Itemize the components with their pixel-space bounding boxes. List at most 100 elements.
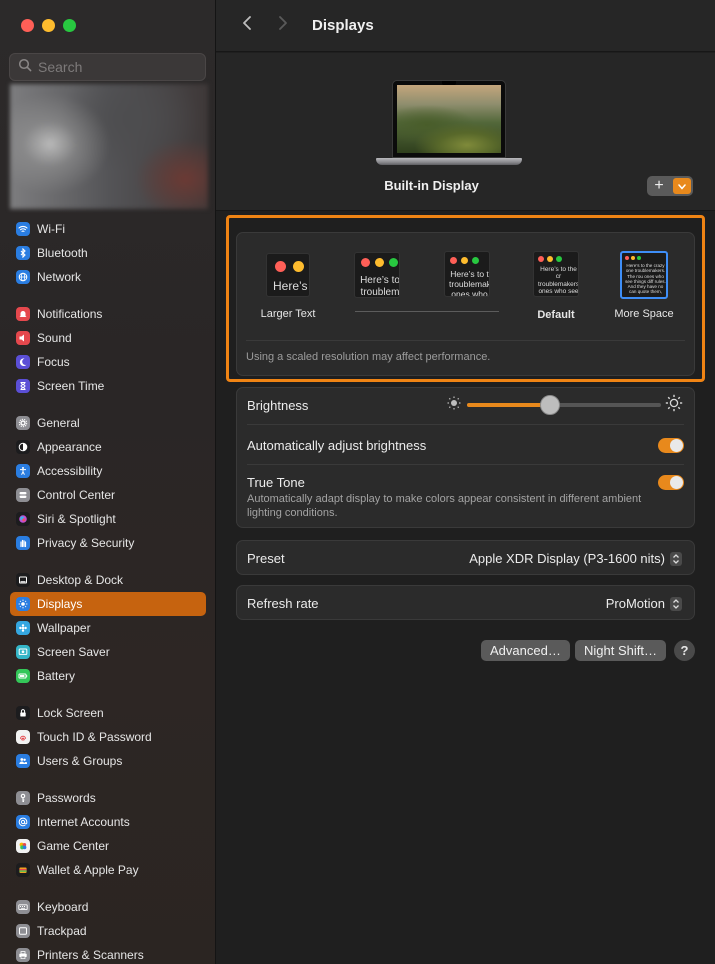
brightness-label: Brightness [247,398,309,413]
sidebar-item-privacy-and-security[interactable]: Privacy & Security [10,531,206,555]
sidebar-item-focus[interactable]: Focus [10,350,206,374]
chevron-down-icon [678,177,686,195]
auto-brightness-toggle[interactable] [658,438,684,453]
siri-icon [16,512,30,526]
sidebar-item-keyboard[interactable]: Keyboard [10,895,206,919]
hand-icon [16,536,30,550]
forward-button[interactable] [272,15,294,37]
search-input[interactable] [38,59,188,75]
brightness-low-icon [446,395,462,416]
sidebar-item-appearance[interactable]: Appearance [10,435,206,459]
sidebar-item-notifications[interactable]: Notifications [10,302,206,326]
screen-saver-icon [16,645,30,659]
sidebar: Wi-Fi Bluetooth Network Notifications Sound F… [0,0,216,964]
refresh-rate-popup[interactable]: ProMotion [606,596,682,611]
fingerprint-icon [16,730,30,744]
printer-icon [16,948,30,962]
sidebar-item-label: Control Center [37,488,116,502]
sidebar-item-accessibility[interactable]: Accessibility [10,459,206,483]
sidebar-item-label: Touch ID & Password [37,730,152,744]
sidebar-section-gap [10,688,206,701]
advanced-button[interactable]: Advanced… [481,640,570,661]
sidebar-section-gap [10,773,206,786]
trackpad-icon [16,924,30,938]
brightness-slider[interactable] [467,395,661,415]
minimize-window-button[interactable] [42,19,55,32]
keyboard-icon [16,900,30,914]
sidebar-item-label: Wi-Fi [37,222,65,236]
brightness-slider-knob[interactable] [540,395,561,415]
main-pane: Displays Built-in Display + Here’s Large… [216,0,715,964]
sidebar-item-wi-fi[interactable]: Wi-Fi [10,217,206,241]
sidebar-item-label: Wallpaper [37,621,91,635]
sidebar-item-game-center[interactable]: Game Center [10,834,206,858]
sidebar-item-passwords[interactable]: Passwords [10,786,206,810]
gear-icon [16,416,30,430]
sidebar-item-wallpaper[interactable]: Wallpaper [10,616,206,640]
back-button[interactable] [236,15,258,37]
key-icon [16,791,30,805]
help-button[interactable]: ? [674,640,695,661]
sidebar-item-label: General [37,416,80,430]
sidebar-item-battery[interactable]: Battery [10,664,206,688]
sidebar-item-network[interactable]: Network [10,265,206,289]
zoom-window-button[interactable] [63,19,76,32]
close-window-button[interactable] [21,19,34,32]
true-tone-label: True Tone [247,475,305,490]
accessibility-icon [16,464,30,478]
preset-label: Preset [247,551,285,566]
sidebar-item-wallet-and-apple-pay[interactable]: Wallet & Apple Pay [10,858,206,882]
preset-popup[interactable]: Apple XDR Display (P3-1600 nits) [469,551,682,566]
wallpaper-icon [16,621,30,635]
add-display-button[interactable]: + [647,176,671,196]
divider [247,464,684,465]
sidebar-item-screen-time[interactable]: Screen Time [10,374,206,398]
sidebar-section-gap [10,882,206,895]
sidebar-item-label: Focus [37,355,70,369]
sidebar-item-label: Battery [37,669,76,683]
users-icon [16,754,30,768]
sidebar-item-general[interactable]: General [10,411,206,435]
account-profile-card[interactable] [10,84,208,209]
sidebar-item-siri-and-spotlight[interactable]: Siri & Spotlight [10,507,206,531]
refresh-rate-value: ProMotion [605,596,665,611]
sidebar-item-displays[interactable]: Displays [10,592,206,616]
sidebar-item-touch-id-and-password[interactable]: Touch ID & Password [10,725,206,749]
sidebar-item-control-center[interactable]: Control Center [10,483,206,507]
display-arrangement: Built-in Display + [216,53,715,211]
appearance-icon [16,440,30,454]
built-in-display-image[interactable] [376,80,522,165]
toolbar: Displays [216,0,715,52]
true-tone-description: Automatically adapt display to make colo… [247,493,642,520]
hourglass-icon [16,379,30,393]
sidebar-item-screen-saver[interactable]: Screen Saver [10,640,206,664]
lock-icon [16,706,30,720]
sidebar-item-users-and-groups[interactable]: Users & Groups [10,749,206,773]
sidebar-item-label: Desktop & Dock [37,573,124,587]
sidebar-item-label: Displays [37,597,83,611]
sidebar-item-lock-screen[interactable]: Lock Screen [10,701,206,725]
sidebar-item-sound[interactable]: Sound [10,326,206,350]
sidebar-item-trackpad[interactable]: Trackpad [10,919,206,943]
night-shift-button[interactable]: Night Shift… [575,640,666,661]
true-tone-toggle[interactable] [658,475,684,490]
bell-icon [16,307,30,321]
sidebar-item-bluetooth[interactable]: Bluetooth [10,241,206,265]
sun-icon [16,597,30,611]
wifi-icon [16,222,30,236]
add-display-control[interactable]: + [647,176,693,196]
page-title: Displays [312,17,374,34]
sidebar-item-printers-and-scanners[interactable]: Printers & Scanners [10,943,206,964]
highlight-frame [226,215,705,382]
window-controls [21,19,76,32]
sidebar-item-desktop-and-dock[interactable]: Desktop & Dock [10,568,206,592]
sidebar-item-label: Accessibility [37,464,103,478]
preset-value: Apple XDR Display (P3-1600 nits) [469,551,665,566]
add-display-menu-button[interactable] [673,178,691,194]
sidebar-item-internet-accounts[interactable]: Internet Accounts [10,810,206,834]
chevron-right-icon [278,16,288,35]
speaker-icon [16,331,30,345]
at-icon [16,815,30,829]
control-center-icon [16,488,30,502]
search-field[interactable] [9,53,206,81]
